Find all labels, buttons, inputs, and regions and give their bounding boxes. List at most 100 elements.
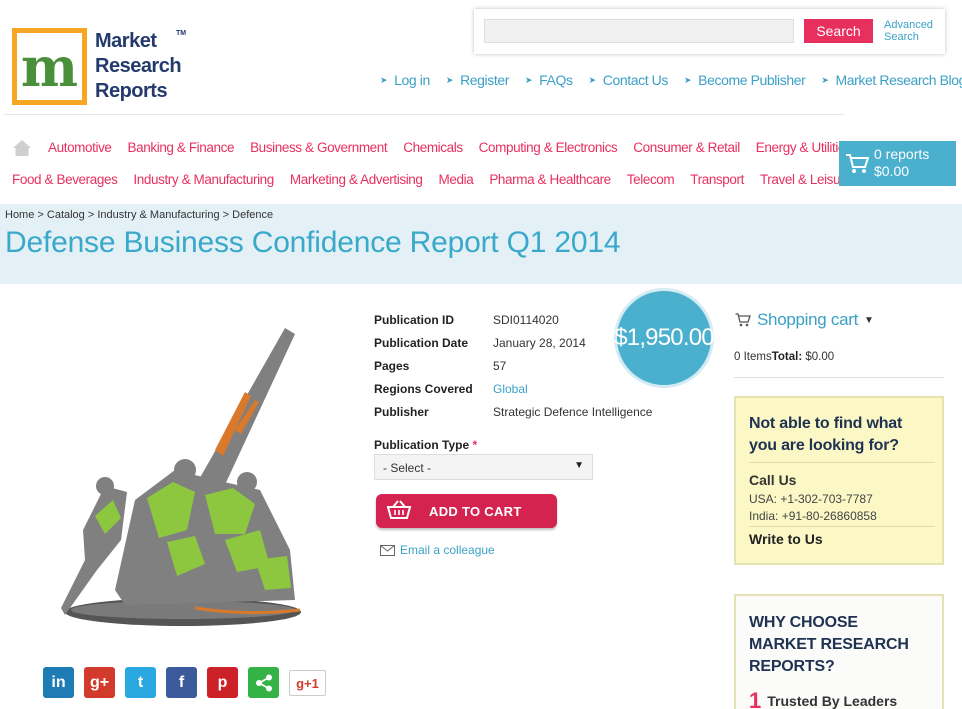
nav-food-beverages[interactable]: Food & Beverages bbox=[12, 172, 118, 187]
basket-icon bbox=[386, 500, 412, 523]
envelope-icon bbox=[380, 544, 395, 556]
logo-word-reports: Reports bbox=[95, 80, 168, 102]
search-button[interactable]: Search bbox=[804, 19, 873, 43]
contact-us-link[interactable]: ➤ Contact Us bbox=[588, 72, 669, 88]
logo-mark: m bbox=[12, 28, 87, 105]
nav-travel-leisure[interactable]: Travel & Leisure bbox=[760, 172, 852, 187]
login-label: Log in bbox=[394, 72, 430, 88]
nav-transport[interactable]: Transport bbox=[690, 172, 744, 187]
blog-link[interactable]: ➤ Market Research Blog bbox=[821, 72, 962, 88]
why-title-line-3: REPORTS? bbox=[749, 658, 835, 675]
add-to-cart-button[interactable]: ADD TO CART bbox=[376, 494, 557, 528]
detail-row-publication-id: Publication ID SDI0114020 bbox=[374, 308, 652, 331]
linkedin-icon[interactable]: in bbox=[43, 667, 74, 698]
logo-text: Market Research Reports bbox=[95, 29, 182, 104]
header-cart-text: 0 reports $0.00 bbox=[874, 146, 929, 180]
nav-consumer-retail[interactable]: Consumer & Retail bbox=[633, 140, 740, 158]
why-item: 1 Trusted By Leaders bbox=[749, 690, 897, 709]
google-plus-icon[interactable]: g+ bbox=[84, 667, 115, 698]
logo-word-research: Research bbox=[95, 55, 182, 77]
add-to-cart-label: ADD TO CART bbox=[429, 504, 522, 519]
nav-media[interactable]: Media bbox=[439, 172, 474, 187]
arrow-right-icon: ➤ bbox=[683, 74, 692, 85]
arrow-right-icon: ➤ bbox=[525, 74, 533, 85]
why-title-line-1: WHY CHOOSE bbox=[749, 614, 858, 631]
required-marker: * bbox=[472, 438, 478, 452]
nav-chemicals[interactable]: Chemicals bbox=[403, 140, 463, 158]
detail-label: Publication Date bbox=[374, 335, 469, 350]
help-divider bbox=[749, 526, 935, 527]
publication-type-selected: - Select - bbox=[383, 461, 432, 475]
logo-word-market: Market bbox=[95, 30, 157, 52]
detail-row-publication-date: Publication Date January 28, 2014 bbox=[374, 331, 652, 354]
detail-value: Strategic Defence Intelligence bbox=[493, 404, 653, 419]
cart-total-label: Total: bbox=[771, 351, 803, 363]
help-question-line-1: Not able to find what bbox=[749, 415, 903, 432]
home-icon[interactable] bbox=[12, 139, 32, 157]
search-box: Search Advanced Search bbox=[474, 9, 945, 54]
header-cart-count: 0 reports bbox=[874, 146, 930, 162]
logo-trademark: TM bbox=[176, 30, 187, 37]
breadcrumb[interactable]: Home > Catalog > Industry & Manufacturin… bbox=[5, 209, 273, 221]
detail-value: 57 bbox=[493, 358, 507, 373]
share-icon[interactable]: share bbox=[248, 667, 279, 698]
region-global-link[interactable]: Global bbox=[493, 382, 528, 396]
nav-energy-utilities[interactable]: Energy & Utilities bbox=[756, 140, 852, 158]
social-share-bar: in g+ t f p share g+1 bbox=[43, 667, 336, 698]
cart-summary: 0 ItemsTotal: $0.00 bbox=[734, 351, 834, 363]
twitter-icon[interactable]: t bbox=[125, 667, 156, 698]
call-us-heading: Call Us bbox=[749, 472, 797, 488]
phone-india: India: +91-80-26860858 bbox=[749, 509, 877, 523]
google-plus-one-button[interactable]: g+1 bbox=[289, 670, 326, 696]
arrow-right-icon: ➤ bbox=[588, 74, 597, 85]
register-link[interactable]: ➤ Register bbox=[446, 72, 509, 88]
help-question-line-2: you are looking for? bbox=[749, 437, 899, 454]
detail-value: SDI0114020 bbox=[493, 312, 559, 327]
why-item-label: Trusted By Leaders bbox=[767, 693, 898, 709]
product-details: Publication ID SDI0114020 Publication Da… bbox=[374, 308, 652, 423]
search-input[interactable] bbox=[484, 19, 794, 43]
publication-type-select[interactable]: - Select - ▼ bbox=[374, 454, 593, 480]
advanced-search-line-1: Advanced bbox=[884, 19, 933, 31]
logo-m-icon: m bbox=[17, 33, 82, 100]
email-colleague-link[interactable]: Email a colleague bbox=[380, 543, 495, 557]
detail-label: Publication ID bbox=[374, 312, 455, 327]
nav-computing-electronics[interactable]: Computing & Electronics bbox=[479, 140, 618, 158]
facebook-icon[interactable]: f bbox=[166, 667, 197, 698]
phone-usa: USA: +1-302-703-7787 bbox=[749, 492, 873, 506]
page-title: Defense Business Confidence Report Q1 20… bbox=[5, 226, 621, 259]
publication-type-text: Publication Type bbox=[374, 438, 470, 452]
why-choose-box: WHY CHOOSE MARKET RESEARCH REPORTS? 1 Tr… bbox=[734, 594, 944, 709]
detail-label: Publisher bbox=[374, 404, 429, 419]
shopping-cart-toggle[interactable]: Shopping cart ▼ bbox=[735, 310, 874, 330]
help-divider bbox=[749, 462, 935, 463]
nav-marketing-advertising[interactable]: Marketing & Advertising bbox=[290, 172, 423, 187]
arrow-right-icon: ➤ bbox=[445, 74, 454, 85]
become-publisher-link[interactable]: ➤ Become Publisher bbox=[683, 72, 806, 88]
write-to-us-link[interactable]: Write to Us bbox=[749, 531, 823, 547]
nav-pharma-healthcare[interactable]: Pharma & Healthcare bbox=[489, 172, 611, 187]
help-question: Not able to find what you are looking fo… bbox=[749, 413, 902, 457]
login-link[interactable]: ➤ Log in bbox=[380, 72, 430, 88]
nav-banking-finance[interactable]: Banking & Finance bbox=[128, 140, 235, 158]
nav-industry-manufacturing[interactable]: Industry & Manufacturing bbox=[133, 172, 274, 187]
why-title-line-2: MARKET RESEARCH bbox=[749, 636, 909, 653]
contact-us-label: Contact Us bbox=[602, 72, 669, 88]
nav-telecom[interactable]: Telecom bbox=[627, 172, 675, 187]
page: m Market Research Reports TM Search Adva… bbox=[0, 0, 962, 709]
arrow-right-icon: ➤ bbox=[821, 74, 829, 85]
faqs-link[interactable]: ➤ FAQs bbox=[525, 72, 573, 88]
help-box: Not able to find what you are looking fo… bbox=[734, 396, 944, 565]
header-cart-button[interactable]: 0 reports $0.00 bbox=[839, 141, 956, 186]
title-band-scallop bbox=[0, 277, 962, 284]
nav-business-government[interactable]: Business & Government bbox=[250, 140, 388, 158]
category-nav-row-1: Automotive Banking & Finance Business & … bbox=[12, 140, 867, 158]
cart-total-value: $0.00 bbox=[802, 351, 835, 363]
chevron-down-icon: ▼ bbox=[864, 314, 874, 326]
nav-automotive[interactable]: Automotive bbox=[48, 140, 112, 158]
cart-icon bbox=[845, 153, 870, 180]
logo[interactable]: m Market Research Reports TM bbox=[12, 28, 186, 105]
pinterest-icon[interactable]: p bbox=[207, 667, 238, 698]
advanced-search-link[interactable]: Advanced Search bbox=[884, 19, 933, 43]
header-divider bbox=[4, 114, 844, 115]
